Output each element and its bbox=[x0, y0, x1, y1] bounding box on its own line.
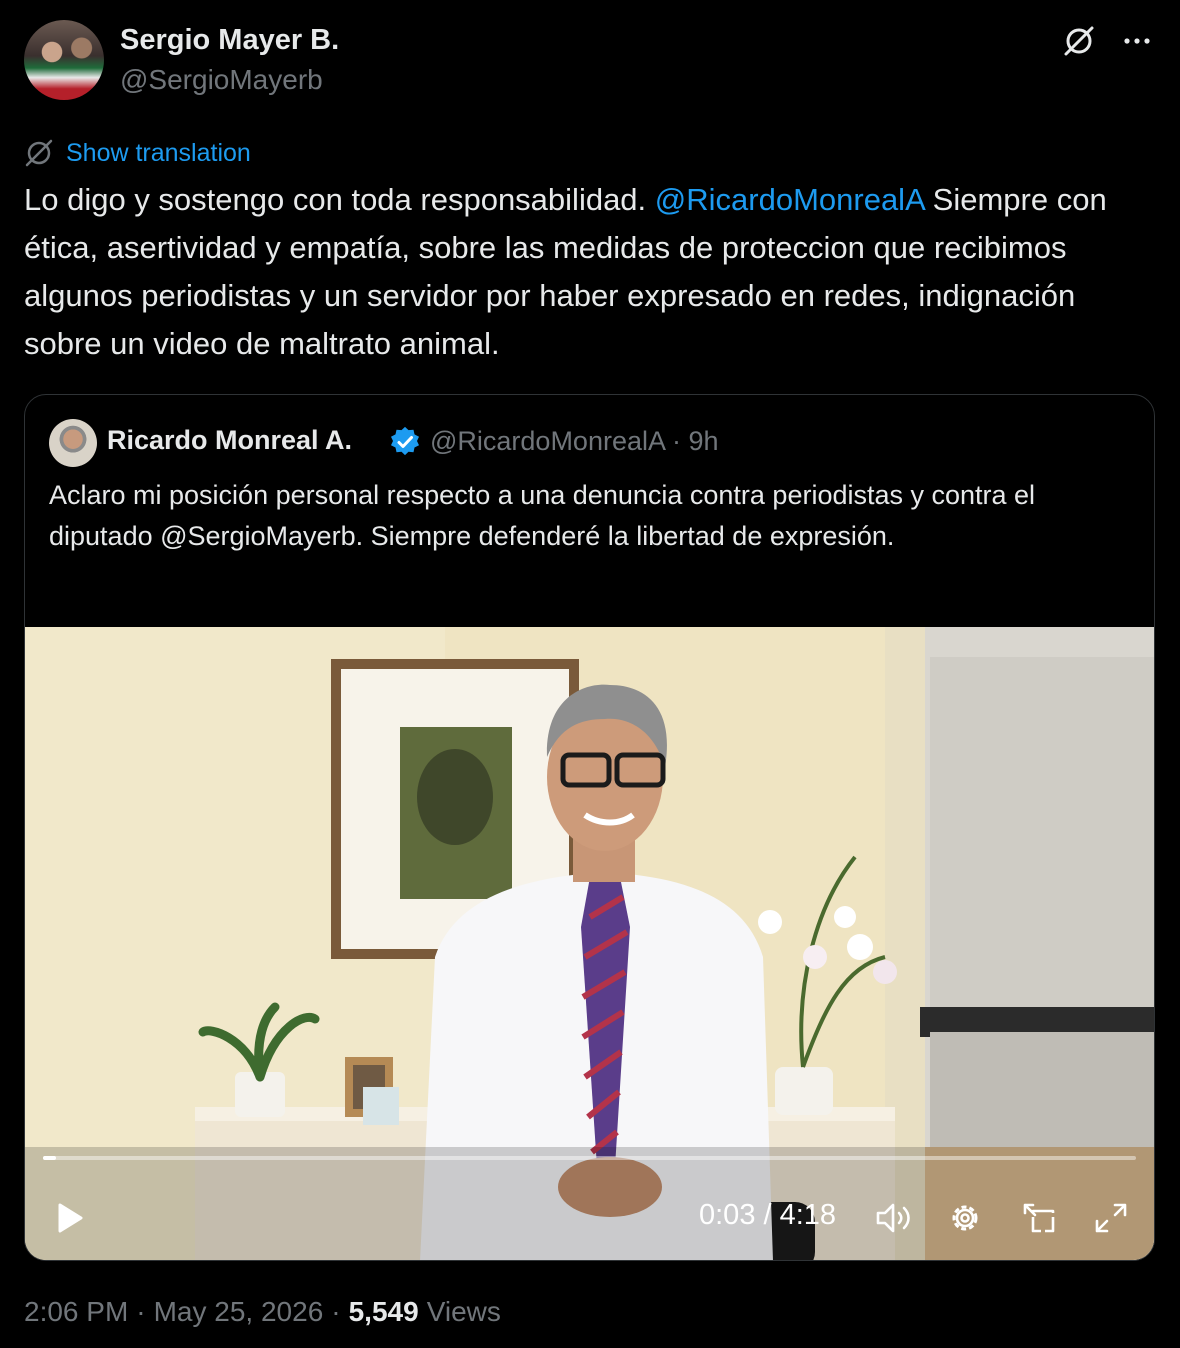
separator-dot: · bbox=[136, 1296, 146, 1327]
views-label: Views bbox=[426, 1296, 501, 1327]
video-timestamp: 0:03 / 4:18 bbox=[699, 1199, 837, 1231]
post-time[interactable]: 2:06 PM bbox=[24, 1296, 128, 1328]
tweet-metadata: 2:06 PM · May 25, 2026 · 5,549 Views bbox=[24, 1296, 501, 1328]
author-handle[interactable]: @SergioMayerb bbox=[120, 64, 323, 96]
show-translation-label: Show translation bbox=[66, 138, 251, 167]
tweet-body: Lo digo y sostengo con toda responsabili… bbox=[24, 176, 1154, 368]
gear-icon[interactable] bbox=[945, 1199, 985, 1237]
quoted-tweet[interactable]: Ricardo Monreal A. @RicardoMonrealA · 9h… bbox=[24, 394, 1155, 1261]
video-progress-bar[interactable] bbox=[43, 1156, 1136, 1160]
play-icon[interactable] bbox=[55, 1201, 85, 1235]
tweet-text-part1: Lo digo y sostengo con toda responsabili… bbox=[24, 182, 655, 217]
translate-icon bbox=[25, 139, 53, 167]
author-avatar[interactable] bbox=[24, 20, 104, 100]
grok-icon[interactable] bbox=[1062, 24, 1096, 58]
video-frame bbox=[25, 627, 1154, 1260]
quoted-author-avatar[interactable] bbox=[49, 419, 97, 467]
post-date[interactable]: May 25, 2026 bbox=[154, 1296, 324, 1328]
volume-icon[interactable] bbox=[873, 1199, 913, 1237]
quoted-author-handle-time: @RicardoMonrealA · 9h bbox=[430, 426, 719, 456]
verified-badge-icon bbox=[389, 426, 421, 458]
tweet-header: Sergio Mayer B. @SergioMayerb bbox=[24, 18, 1156, 104]
quoted-tweet-text: Aclaro mi posición personal respecto a u… bbox=[49, 480, 1036, 551]
picture-in-picture-icon[interactable] bbox=[1019, 1199, 1059, 1237]
quoted-author-name[interactable]: Ricardo Monreal A. bbox=[107, 425, 352, 456]
video-player[interactable]: 0:03 / 4:18 bbox=[25, 627, 1154, 1260]
show-translation-link[interactable]: Show translation bbox=[24, 136, 251, 170]
video-progress-fill bbox=[43, 1156, 57, 1160]
fullscreen-icon[interactable] bbox=[1091, 1199, 1131, 1237]
author-name[interactable]: Sergio Mayer B. bbox=[120, 24, 339, 57]
tweet-mention-link[interactable]: @RicardoMonrealA bbox=[655, 182, 924, 217]
views-count: 5,549 bbox=[348, 1296, 419, 1327]
tweet-detail: Sergio Mayer B. @SergioMayerb Show trans… bbox=[0, 0, 1180, 1348]
more-icon[interactable] bbox=[1120, 26, 1154, 56]
separator-dot: · bbox=[331, 1296, 341, 1327]
